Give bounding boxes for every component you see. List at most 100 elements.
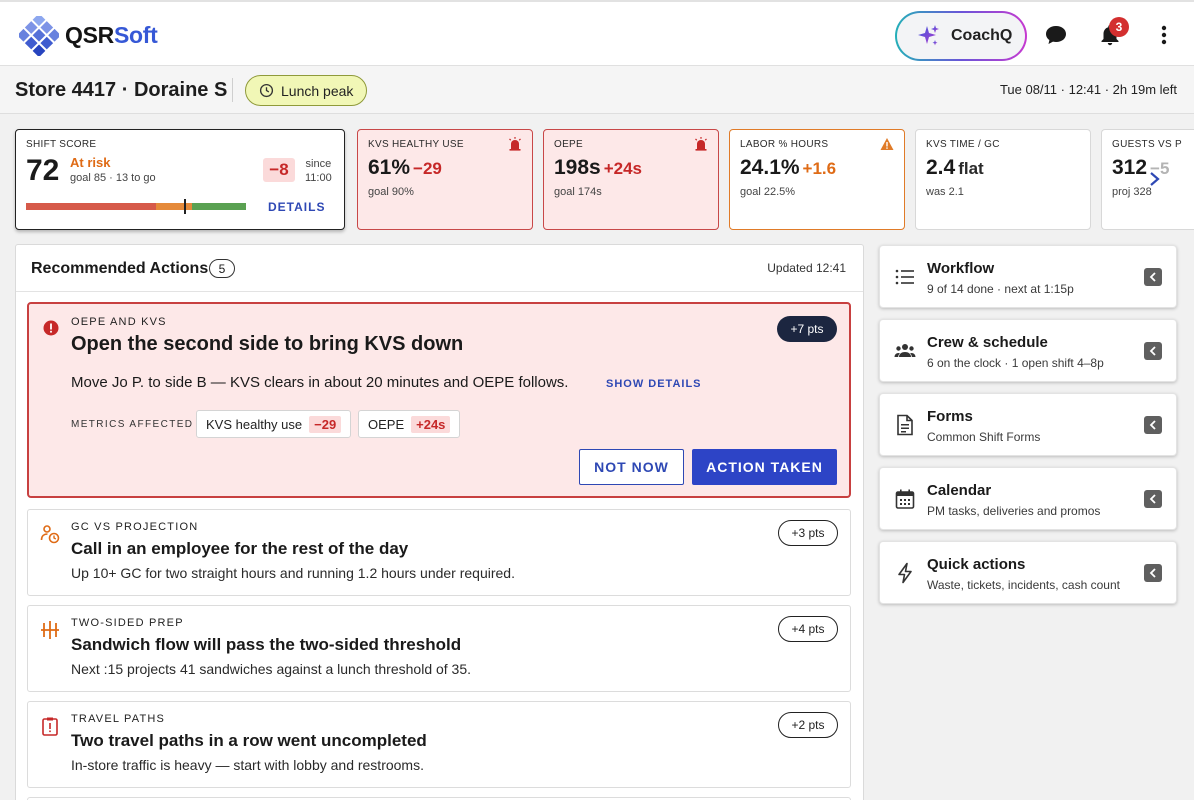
points-badge: +3 pts <box>778 520 838 546</box>
metric-chip: OEPE +24s <box>358 410 461 438</box>
action-description: Move Jo P. to side B — KVS clears in abo… <box>71 374 569 391</box>
expand-button[interactable] <box>1144 490 1162 508</box>
kpi-goal: proj 328 <box>1112 186 1152 198</box>
action-category: OEPE AND KVS <box>71 316 167 328</box>
shift-datetime: Tue 08/11 · 12:41 · 2h 19m left <box>999 82 1177 97</box>
side-card-title: Forms <box>927 408 973 425</box>
chevron-left-icon <box>1149 494 1156 504</box>
action-title: Sandwich flow will pass the two-sided th… <box>71 635 462 654</box>
kpi-goal: goal 174s <box>554 186 602 198</box>
not-now-button[interactable]: NOT NOW <box>579 449 684 485</box>
action-description: Next :15 projects 41 sandwiches against … <box>71 661 472 677</box>
side-card-title: Workflow <box>927 260 995 277</box>
score-progress-bar <box>26 203 246 210</box>
kpi-value: 2.4 <box>926 156 956 179</box>
actions-count-badge: 5 <box>209 259 235 278</box>
clipboard-alert-icon <box>42 717 58 736</box>
kpi-goal: goal 90% <box>368 186 414 198</box>
alarm-icon <box>509 137 521 151</box>
side-card-subtitle: 9 of 14 done · next at 1:15p <box>927 282 1074 296</box>
recommended-actions-panel: Recommended Actions 5 Updated 12:41 OEPE… <box>15 244 864 800</box>
qsrsoft-logo-icon <box>19 16 59 56</box>
show-details-link[interactable]: SHOW DETAILS <box>606 378 702 390</box>
updated-time: Updated 12:41 <box>767 261 846 275</box>
side-card-workflow[interactable]: Workflow 9 of 14 done · next at 1:15p <box>879 245 1177 308</box>
action-item[interactable]: TRAVEL PATHS Two travel paths in a row w… <box>27 701 851 788</box>
shift-score-goal: goal 85 · 13 to go <box>70 172 156 184</box>
expand-button[interactable] <box>1144 342 1162 360</box>
expand-button[interactable] <box>1144 416 1162 434</box>
action-title: Open the second side to bring KVS down <box>71 333 464 355</box>
shift-score-delta: −8 <box>263 158 295 182</box>
metric-chip: KVS healthy use −29 <box>196 410 352 438</box>
side-card-quick-actions[interactable]: Quick actions Waste, tickets, incidents,… <box>879 541 1177 604</box>
kpi-kvs-healthy-use[interactable]: KVS HEALTHY USE 61% −29 goal 90% <box>357 129 533 230</box>
person-clock-icon <box>40 525 60 544</box>
score-bar-red <box>26 203 156 210</box>
kpi-labor-hours[interactable]: LABOR % HOURS 24.1% +1.6 goal 22.5% <box>729 129 905 230</box>
shift-score-label: SHIFT SCORE <box>26 139 97 150</box>
kpi-delta: flat <box>958 159 984 178</box>
kpi-value: 61% <box>368 156 411 179</box>
kpi-value: 198s <box>554 156 601 179</box>
action-item[interactable]: TWO-SIDED PREP Sandwich flow will pass t… <box>27 605 851 692</box>
more-vert-icon[interactable] <box>1151 22 1177 48</box>
people-icon <box>894 344 916 357</box>
expand-button[interactable] <box>1144 268 1162 286</box>
score-bar-green <box>192 203 246 210</box>
expand-button[interactable] <box>1144 564 1162 582</box>
action-title: Two travel paths in a row went uncomplet… <box>71 731 427 750</box>
since-time: since 11:00 <box>305 158 332 184</box>
side-card-forms[interactable]: Forms Common Shift Forms <box>879 393 1177 456</box>
sparkle-icon <box>918 25 939 46</box>
kpi-oepe[interactable]: OEPE 198s +24s goal 174s <box>543 129 719 230</box>
shift-score-card[interactable]: SHIFT SCORE 72 At risk goal 85 · 13 to g… <box>15 129 345 230</box>
coachq-button[interactable]: CoachQ <box>895 11 1027 61</box>
kpi-goal: was 2.1 <box>926 186 964 198</box>
chevron-left-icon <box>1149 272 1156 282</box>
panel-title: Recommended Actions <box>31 260 209 277</box>
kpi-kvs-time-gc[interactable]: KVS TIME / GC 2.4 flat was 2.1 <box>915 129 1091 230</box>
kpi-value: 312 <box>1112 156 1148 179</box>
action-category: TWO-SIDED PREP <box>71 617 184 629</box>
action-item[interactable]: GC VS PROJECTION Call in an employee for… <box>27 509 851 596</box>
chat-icon[interactable] <box>1043 22 1069 48</box>
brand-name[interactable]: QSRSoft <box>65 22 158 49</box>
score-bar-orange <box>155 203 193 210</box>
action-description: In-store traffic is heavy — start with l… <box>71 757 424 773</box>
side-card-calendar[interactable]: Calendar PM tasks, deliveries and promos <box>879 467 1177 530</box>
store-title: Store 4417 · Doraine S <box>15 79 228 101</box>
panel-header: Recommended Actions 5 Updated 12:41 <box>16 245 863 292</box>
divider <box>232 78 233 102</box>
side-card-subtitle: Common Shift Forms <box>927 430 1041 444</box>
document-icon <box>897 414 913 436</box>
points-badge: +4 pts <box>778 616 838 642</box>
shift-score-value: 72 <box>26 154 60 187</box>
details-link[interactable]: DETAILS <box>268 200 325 214</box>
action-title: Call in an employee for the rest of the … <box>71 539 409 558</box>
error-icon <box>43 320 59 336</box>
kpi-delta: +24s <box>603 159 643 178</box>
alarm-icon <box>695 137 707 151</box>
action-category: GC VS PROJECTION <box>71 521 199 533</box>
points-badge: +2 pts <box>778 712 838 738</box>
notification-count-badge: 3 <box>1109 17 1129 37</box>
calendar-icon <box>895 489 915 509</box>
kpi-value: 24.1% <box>740 156 800 179</box>
clock-icon <box>259 83 274 98</box>
action-taken-button[interactable]: ACTION TAKEN <box>692 449 837 485</box>
lunch-peak-pill[interactable]: Lunch peak <box>245 75 367 106</box>
chevron-right-icon[interactable] <box>1148 169 1162 189</box>
side-card-title: Quick actions <box>927 556 1026 573</box>
top-bar: QSRSoft CoachQ 3 <box>0 0 1194 66</box>
side-card-crew-schedule[interactable]: Crew & schedule 6 on the clock · 1 open … <box>879 319 1177 382</box>
split-flow-icon <box>41 621 59 639</box>
coachq-label: CoachQ <box>951 27 1013 44</box>
shift-score-status: At risk <box>70 155 111 170</box>
kpi-goal: goal 22.5% <box>740 186 796 198</box>
kpi-delta: +1.6 <box>802 159 837 178</box>
side-card-title: Calendar <box>927 482 992 499</box>
primary-action-card[interactable]: OEPE AND KVS Open the second side to bri… <box>27 302 851 498</box>
side-card-subtitle: Waste, tickets, incidents, cash count <box>927 578 1120 592</box>
metrics-affected-label: METRICS AFFECTED <box>71 419 194 430</box>
